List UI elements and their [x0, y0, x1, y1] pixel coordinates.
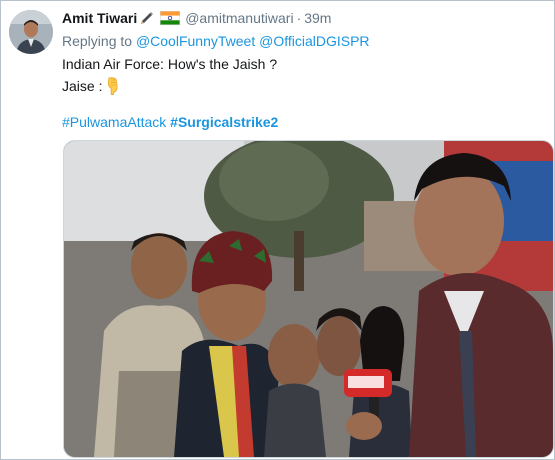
pen-icon: [139, 11, 154, 26]
hashtags: #PulwamaAttack #Surgicalstrike2: [62, 114, 278, 130]
tweet-text-line2: Jaise :: [62, 77, 121, 95]
author-handle[interactable]: @amitmanutiwari: [185, 10, 293, 26]
hashtag-surgicalstrike2[interactable]: #Surgicalstrike2: [170, 114, 278, 130]
pointing-down-hand-icon: [105, 77, 121, 95]
reply-prefix: Replying to: [62, 33, 133, 49]
timestamp[interactable]: 39m: [304, 10, 331, 26]
reply-mention-coolfunnytweet[interactable]: @CoolFunnyTweet: [136, 33, 255, 49]
hashtag-pulwamaattack[interactable]: #PulwamaAttack: [62, 114, 166, 130]
author-name[interactable]: Amit Tiwari: [62, 10, 137, 26]
tweet-media-image[interactable]: [63, 140, 554, 458]
tweet-text-jaise: Jaise :: [62, 78, 103, 94]
separator-dot: ·: [296, 10, 302, 26]
tweet-text-line1: Indian Air Force: How's the Jaish ?: [62, 56, 278, 72]
reply-context: Replying to @CoolFunnyTweet @OfficialDGI…: [62, 33, 370, 49]
avatar[interactable]: [9, 10, 53, 54]
india-flag-icon: [160, 11, 181, 25]
tweet-header: Amit Tiwari @amitmanutiwari · 39m: [62, 8, 331, 28]
reply-mention-officialdgispr[interactable]: @OfficialDGISPR: [259, 33, 369, 49]
media-photo: [64, 141, 553, 457]
